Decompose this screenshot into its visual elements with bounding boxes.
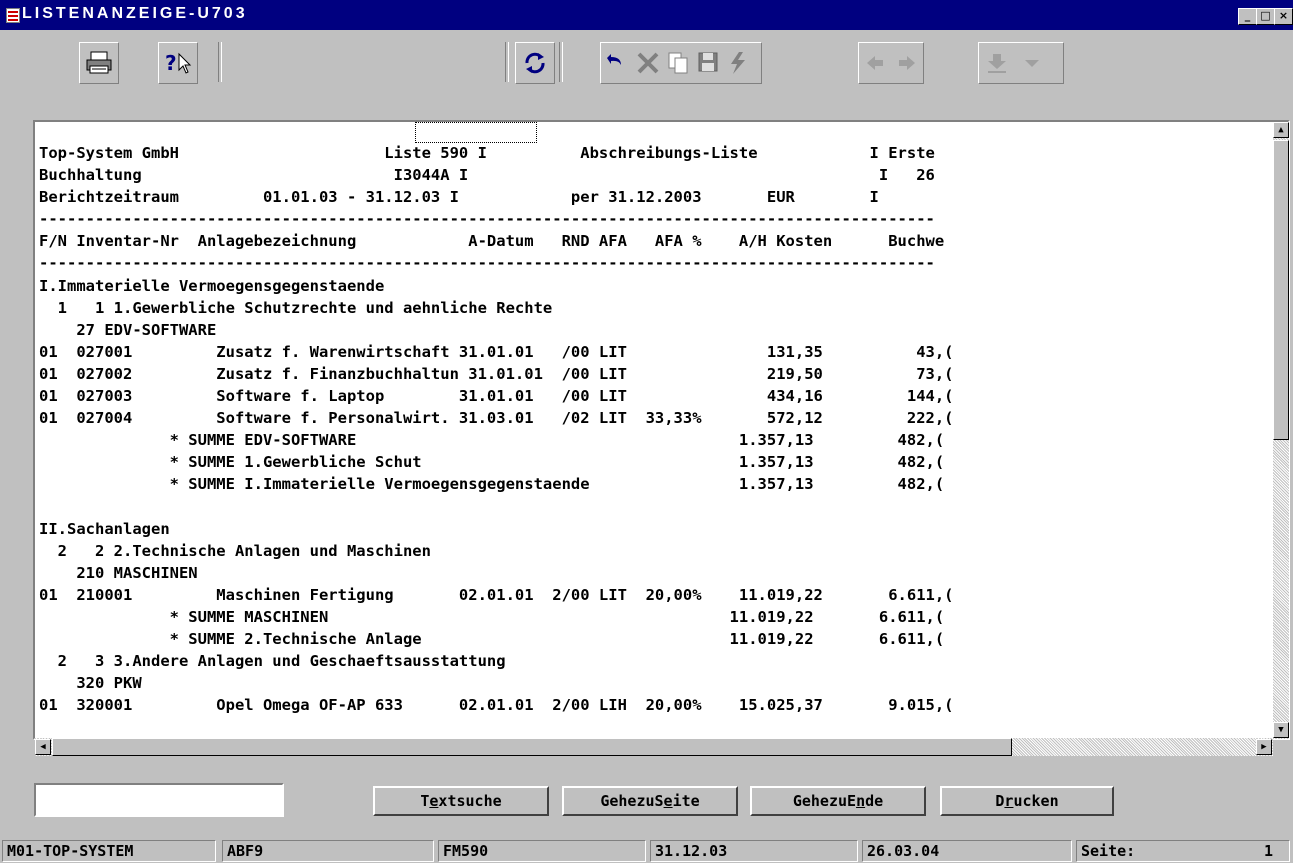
edit-button-group (600, 42, 762, 84)
report-line: * SUMME EDV-SOFTWARE 1.357,13 482,( (39, 431, 945, 450)
button-label-part: GehezuS (600, 792, 664, 810)
report-line: 01 027004 Software f. Personalwirt. 31.0… (39, 409, 954, 428)
navigate-button-group (858, 42, 924, 84)
printer-icon (86, 51, 112, 74)
refresh-icon (525, 52, 545, 74)
flash-icon (731, 52, 745, 74)
report-line: ----------------------------------------… (39, 210, 935, 229)
report-line: 320 PKW (39, 674, 142, 693)
button-label-part: de (865, 792, 884, 810)
report-line: 01 027003 Software f. Laptop 31.01.01 /0… (39, 387, 954, 406)
report-line: Buchhaltung I3044A I I 26 (39, 166, 935, 185)
button-label-part: xtsuche (438, 792, 502, 810)
report-view[interactable]: Top-System GmbH Liste 590 I Abschreibung… (33, 120, 1290, 740)
download-icon (988, 54, 1006, 73)
report-line: * SUMME 2.Technische Anlage 11.019,22 6.… (39, 630, 945, 649)
scroll-down-button[interactable]: ▼ (1273, 722, 1289, 738)
report-line: F/N Inventar-Nr Anlagebezeichnung A-Datu… (39, 232, 945, 251)
report-line: II.Sachanlagen (39, 519, 170, 538)
focus-rectangle (415, 122, 537, 143)
report-line: Berichtzeitraum 01.01.03 - 31.12.03 I pe… (39, 188, 879, 207)
dropdown-icon (1025, 60, 1039, 67)
report-line: 1 1 1.Gewerbliche Schutzrechte und aehnl… (39, 298, 553, 317)
textsuche-button[interactable]: Te xtsuche (373, 786, 549, 816)
status-code: ABF9 (222, 840, 434, 862)
download-button-group (978, 42, 1064, 84)
report-line: 01 027001 Zusatz f. Warenwirtschaft 31.0… (39, 342, 954, 361)
svg-text:?: ? (165, 51, 177, 75)
scroll-left-button[interactable]: ◀ (35, 739, 51, 755)
report-text: Top-System GmbH Liste 590 I Abschreibung… (39, 142, 954, 716)
button-label-part: T (420, 792, 430, 810)
report-line: 01 210001 Maschinen Fertigung 02.01.01 2… (39, 585, 954, 604)
button-label-hotkey: n (856, 792, 866, 810)
vertical-scroll-thumb[interactable] (1273, 140, 1289, 440)
scroll-right-button[interactable]: ▶ (1256, 739, 1272, 755)
arrow-up-icon: ▲ (1278, 125, 1284, 135)
toolbar-separator (505, 42, 509, 82)
status-date-run: 26.03.04 (862, 840, 1072, 862)
window-title: LISTENANZEIGE-U703 (22, 5, 248, 22)
undo-icon (607, 54, 621, 65)
report-line: 2 2 2.Technische Anlagen und Maschinen (39, 541, 431, 560)
status-page: Seite: 1 (1076, 840, 1290, 862)
report-line: 01 027002 Zusatz f. Finanzbuchhaltun 31.… (39, 364, 954, 383)
arrow-down-icon: ▼ (1278, 725, 1284, 735)
report-line: * SUMME MASCHINEN 11.019,22 6.611,( (39, 607, 945, 626)
arrow-icons (867, 56, 915, 70)
toolbar-separator (218, 42, 222, 82)
button-label-part: D (995, 792, 1005, 810)
search-input[interactable] (34, 783, 284, 817)
maximize-button[interactable]: □ (1256, 8, 1275, 25)
app-list-icon (6, 8, 20, 23)
toolbar-separator (559, 42, 563, 82)
arrow-left-icon (867, 56, 883, 70)
arrow-right-small-icon: ▶ (1261, 742, 1267, 752)
copy-icon (668, 52, 688, 74)
button-label-part: GehezuE (792, 792, 857, 810)
report-line: Top-System GmbH Liste 590 I Abschreibung… (39, 144, 935, 162)
page-number: 1 (1263, 842, 1273, 860)
arrow-left-small-icon: ◀ (40, 742, 46, 752)
save-icon (698, 52, 718, 72)
report-line: ----------------------------------------… (39, 254, 935, 273)
button-label-part: ucken (1013, 792, 1059, 810)
help-pointer-icon: ? (165, 51, 192, 75)
gehezuende-button[interactable]: GehezuE n de (750, 786, 926, 816)
close-button[interactable]: × (1274, 8, 1293, 25)
minimize-button[interactable]: _ (1238, 8, 1257, 25)
drucken-button[interactable]: Dr ucken (940, 786, 1114, 816)
status-system: M01-TOP-SYSTEM (2, 840, 216, 862)
refresh-button[interactable] (515, 42, 555, 84)
button-label-part: ite (672, 792, 700, 810)
report-line: 210 MASCHINEN (39, 563, 198, 582)
scroll-up-button[interactable]: ▲ (1273, 122, 1289, 138)
help-pointer-button[interactable]: ? (158, 42, 198, 84)
report-line: * SUMME I.Immaterielle Vermoegensgegenst… (39, 475, 945, 494)
status-date-period: 31.12.03 (650, 840, 858, 862)
report-line: 2 3 3.Andere Anlagen und Geschaeftsausst… (39, 652, 506, 671)
delete-icon (637, 52, 659, 74)
report-line: 27 EDV-SOFTWARE (39, 320, 217, 339)
download-icons (988, 54, 1039, 73)
report-line: I.Immaterielle Vermoegensgegenstaende (39, 276, 385, 295)
button-label-hotkey: e (663, 792, 673, 810)
page-label: Seite: (1081, 842, 1136, 860)
button-label-hotkey: e (429, 792, 439, 810)
arrow-right-icon (899, 56, 915, 70)
title-bar: LISTENANZEIGE-U703 _ □ × (0, 0, 1293, 30)
horizontal-scroll-thumb[interactable] (52, 738, 1012, 756)
print-button[interactable] (79, 42, 119, 84)
gehezuseite-button[interactable]: GehezuS e ite (562, 786, 738, 816)
status-form: FM590 (438, 840, 646, 862)
report-line: 01 320001 Opel Omega OF-AP 633 02.01.01 … (39, 696, 954, 715)
report-line: * SUMME 1.Gewerbliche Schut 1.357,13 482… (39, 453, 945, 472)
edit-icons (607, 52, 745, 74)
button-label-hotkey: r (1004, 792, 1014, 810)
